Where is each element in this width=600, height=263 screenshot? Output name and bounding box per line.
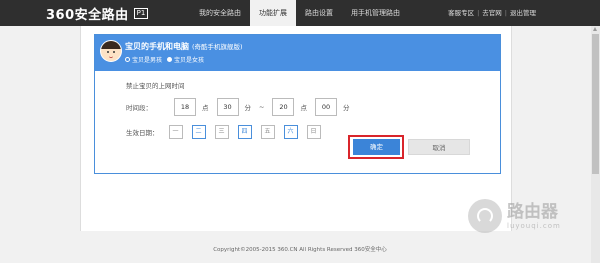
day-tue-toggle[interactable]: 二	[191, 125, 206, 139]
page-scrollbar[interactable]	[591, 26, 600, 263]
brand-logo[interactable]: 360安全路由 P1	[46, 4, 149, 23]
watermark-text: 路由器	[507, 202, 558, 222]
day-fri-toggle[interactable]: 五	[260, 125, 275, 139]
gender-girl-label: 宝贝是女孩	[174, 57, 205, 64]
nav-router-settings[interactable]: 路由设置	[296, 0, 342, 26]
hour-unit: 点	[300, 104, 307, 112]
brand-name: 360安全路由	[46, 7, 129, 23]
link-official-site[interactable]: 去官网	[482, 9, 502, 17]
top-links: 客服专区 | 去官网 | 退出管理	[448, 0, 536, 26]
minute-unit: 分	[244, 104, 252, 112]
footer-copyright: Copyright©2005-2015 360.CN All Rights Re…	[213, 247, 387, 253]
hour-unit: 点	[202, 104, 209, 112]
device-name: 宝贝的手机和电脑	[125, 42, 189, 51]
router-logo-icon	[468, 199, 502, 233]
effective-days-label: 生效日期：	[126, 129, 159, 137]
time-range-row: 时间段： 18 点 30 分 ~ 20 点 00 分	[126, 98, 357, 116]
start-hour-input[interactable]: 18	[174, 98, 196, 116]
version-badge: P1	[133, 7, 149, 19]
effective-days-row: 生效日期： 一 二 三 四 五 六 日	[126, 125, 330, 139]
start-minute-input[interactable]: 30	[216, 98, 239, 116]
rule-title: 禁止宝贝的上网时间	[126, 82, 185, 90]
link-customer-service[interactable]: 客服专区	[448, 9, 474, 17]
gender-selector: 宝贝是男孩 宝贝是女孩	[125, 55, 209, 64]
minute-unit: 分	[342, 104, 350, 112]
gender-boy-label: 宝贝是男孩	[132, 57, 163, 64]
time-range-label: 时间段：	[126, 104, 152, 112]
scroll-up-icon[interactable]	[593, 27, 597, 31]
link-separator: |	[504, 9, 507, 17]
link-separator: |	[477, 9, 480, 17]
link-logout[interactable]: 退出管理	[510, 9, 536, 17]
radio-icon[interactable]	[125, 57, 130, 62]
scroll-thumb[interactable]	[592, 34, 599, 174]
child-avatar-icon	[100, 40, 122, 62]
day-sun-toggle[interactable]: 日	[306, 125, 321, 139]
device-card-header: 宝贝的手机和电脑 (奇酷手机旗舰版) 宝贝是男孩 宝贝是女孩	[95, 35, 500, 71]
device-model: (奇酷手机旗舰版)	[192, 43, 243, 51]
nav-extensions[interactable]: 功能扩展	[250, 0, 296, 26]
day-thu-toggle[interactable]: 四	[237, 125, 252, 139]
nav-mobile-manage[interactable]: 用手机管理路由	[342, 0, 409, 26]
gender-boy-option[interactable]: 宝贝是男孩	[125, 55, 162, 64]
range-dash: ~	[259, 103, 265, 111]
main-nav: 我的安全路由 功能扩展 路由设置 用手机管理路由	[190, 0, 409, 26]
end-minute-input[interactable]: 00	[314, 98, 337, 116]
top-navbar: 360安全路由 P1 我的安全路由 功能扩展 路由设置 用手机管理路由 客服专区…	[0, 0, 600, 26]
day-sat-toggle[interactable]: 六	[283, 125, 298, 139]
nav-my-router[interactable]: 我的安全路由	[190, 0, 250, 26]
watermark: 路由器 luyouqi.com	[468, 196, 561, 236]
device-title: 宝贝的手机和电脑 (奇酷手机旗舰版)	[125, 41, 243, 52]
radio-selected-icon[interactable]	[167, 57, 173, 62]
day-mon-toggle[interactable]: 一	[168, 125, 183, 139]
watermark-url: luyouqi.com	[507, 222, 561, 230]
day-wed-toggle[interactable]: 三	[214, 125, 229, 139]
confirm-button[interactable]: 确定	[353, 139, 400, 155]
gender-girl-option[interactable]: 宝贝是女孩	[167, 55, 204, 64]
cancel-button[interactable]: 取消	[408, 139, 470, 155]
end-hour-input[interactable]: 20	[272, 98, 295, 116]
